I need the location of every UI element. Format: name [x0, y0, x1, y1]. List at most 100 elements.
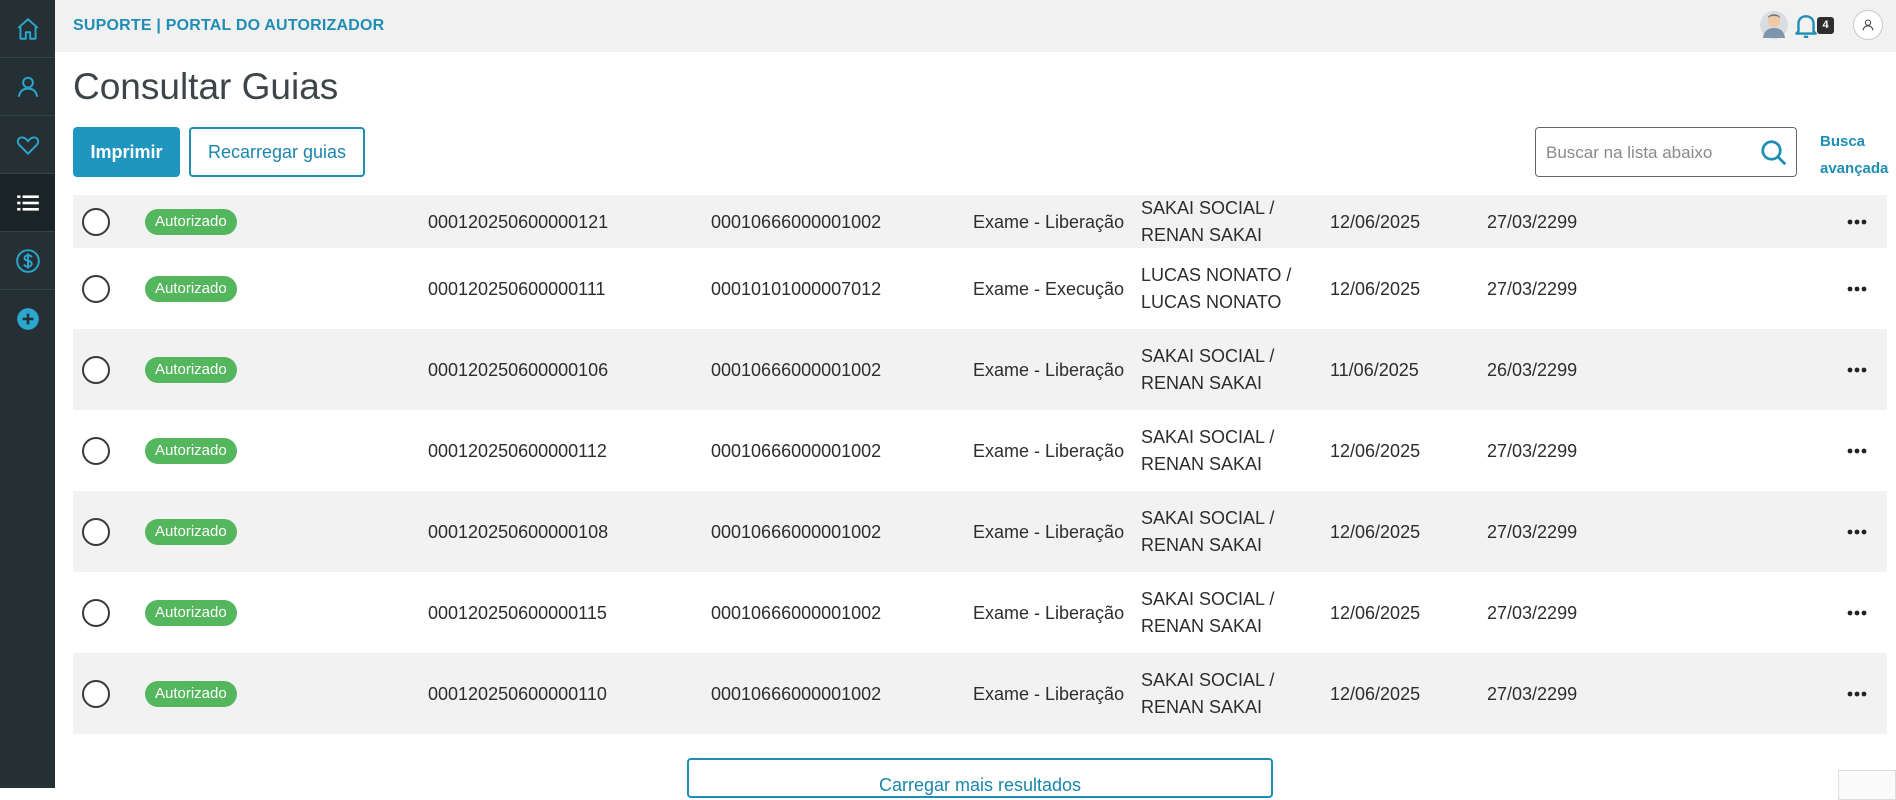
sidebar-item-guides[interactable] [0, 174, 55, 232]
name-line1: SAKAI SOCIAL / [1141, 508, 1275, 528]
name-line2: LUCAS NONATO [1141, 292, 1282, 312]
sidebar-item-add[interactable] [0, 290, 55, 348]
guide-number: 000120250600000111 [428, 279, 606, 299]
status-badge: Autorizado [145, 438, 237, 464]
row-actions-button[interactable] [1844, 600, 1870, 626]
issue-date: 12/06/2025 [1330, 279, 1421, 299]
row-select-radio[interactable] [82, 275, 110, 303]
more-options-icon [1847, 691, 1867, 697]
top-header: SUPORTE | PORTAL DO AUTORIZADOR 4 [55, 0, 1896, 52]
add-icon [16, 308, 39, 330]
beneficiary-code: 00010101000007012 [711, 279, 882, 299]
row-actions-button[interactable] [1844, 438, 1870, 464]
row-actions-button[interactable] [1844, 681, 1870, 707]
name-line2: RENAN SAKAI [1141, 616, 1263, 636]
name-line2: RENAN SAKAI [1141, 697, 1263, 717]
load-more-button[interactable]: Carregar mais resultados [687, 758, 1273, 798]
row-select-radio[interactable] [82, 518, 110, 546]
name-line1: SAKAI SOCIAL / [1141, 346, 1275, 366]
beneficiary-code: 00010666000001002 [711, 441, 882, 461]
row-select-radio[interactable] [82, 599, 110, 627]
guides-table: Autorizado 000120250600000121 0001066600… [73, 195, 1887, 734]
name-line1: SAKAI SOCIAL / [1141, 670, 1275, 690]
row-select-radio[interactable] [82, 356, 110, 384]
home-icon [17, 17, 38, 40]
name-line1: LUCAS NONATO / [1141, 265, 1292, 285]
name-line2: RENAN SAKAI [1141, 454, 1263, 474]
page-title: Consultar Guias [73, 66, 339, 107]
row-select-radio[interactable] [82, 680, 110, 708]
list-icon [16, 194, 39, 211]
guide-type: Exame - Liberação [973, 522, 1125, 542]
name-line2: RENAN SAKAI [1141, 373, 1263, 393]
name-line2: RENAN SAKAI [1141, 535, 1263, 555]
row-actions-button[interactable] [1844, 276, 1870, 302]
table-row[interactable]: Autorizado 000120250600000121 0001066600… [73, 195, 1887, 248]
table-row[interactable]: Autorizado 000120250600000115 0001066600… [73, 572, 1887, 653]
issue-date: 12/06/2025 [1330, 212, 1421, 232]
advanced-search-link[interactable]: Busca avançada [1820, 128, 1888, 182]
reload-guides-button[interactable]: Recarregar guias [189, 127, 365, 177]
issue-date: 12/06/2025 [1330, 603, 1421, 623]
row-select-radio[interactable] [82, 208, 110, 236]
guide-number: 000120250600000108 [428, 522, 609, 542]
status-badge: Autorizado [145, 276, 237, 302]
beneficiary-code: 00010666000001002 [711, 522, 882, 542]
more-options-icon [1847, 219, 1867, 225]
issue-date: 12/06/2025 [1330, 522, 1421, 542]
notification-count-badge: 4 [1817, 17, 1834, 34]
sidebar-item-beneficiary[interactable] [0, 58, 55, 116]
guide-type: Exame - Liberação [973, 360, 1125, 380]
sidebar-item-health[interactable] [0, 116, 55, 174]
table-row[interactable]: Autorizado 000120250600000112 0001066600… [73, 410, 1887, 491]
guide-type: Exame - Liberação [973, 603, 1125, 623]
name-line2: RENAN SAKAI [1141, 225, 1263, 245]
status-badge: Autorizado [145, 357, 237, 383]
advanced-search-line1: Busca [1820, 133, 1866, 150]
bell-icon[interactable] [1793, 12, 1819, 40]
issue-date: 12/06/2025 [1330, 441, 1421, 461]
validity-date: 27/03/2299 [1487, 522, 1578, 542]
validity-date: 27/03/2299 [1487, 441, 1578, 461]
user-icon [17, 76, 38, 97]
sidebar-item-home[interactable] [0, 0, 55, 58]
more-options-icon [1847, 529, 1867, 535]
dollar-icon [15, 248, 40, 273]
validity-date: 27/03/2299 [1487, 212, 1578, 232]
guide-type: Exame - Execução [973, 279, 1125, 299]
table-row[interactable]: Autorizado 000120250600000111 0001010100… [73, 248, 1887, 329]
table-row[interactable]: Autorizado 000120250600000108 0001066600… [73, 491, 1887, 572]
user-menu-button[interactable] [1853, 10, 1883, 40]
more-options-icon [1847, 610, 1867, 616]
status-badge: Autorizado [145, 681, 237, 707]
row-actions-button[interactable] [1844, 209, 1870, 235]
guide-type: Exame - Liberação [973, 441, 1125, 461]
beneficiary-code: 00010666000001002 [711, 603, 882, 623]
beneficiary-code: 00010666000001002 [711, 212, 882, 232]
status-badge: Autorizado [145, 519, 237, 545]
beneficiary-code: 00010666000001002 [711, 360, 882, 380]
name-line1: SAKAI SOCIAL / [1141, 427, 1275, 447]
row-actions-button[interactable] [1844, 357, 1870, 383]
issue-date: 11/06/2025 [1330, 360, 1419, 380]
more-options-icon [1847, 367, 1867, 373]
more-options-icon [1847, 448, 1867, 454]
user-icon [1862, 19, 1874, 31]
table-row[interactable]: Autorizado 000120250600000110 0001066600… [73, 653, 1887, 734]
guide-type: Exame - Liberação [973, 684, 1125, 704]
advanced-search-line2: avançada [1820, 160, 1889, 177]
corner-widget[interactable] [1838, 770, 1896, 800]
validity-date: 27/03/2299 [1487, 603, 1578, 623]
heart-icon [16, 135, 39, 155]
table-row[interactable]: Autorizado 000120250600000106 0001066600… [73, 329, 1887, 410]
guide-number: 000120250600000106 [428, 360, 609, 380]
avatar-icon[interactable] [1759, 10, 1789, 40]
sidebar-item-financial[interactable] [0, 232, 55, 290]
search-icon[interactable] [1759, 138, 1789, 168]
beneficiary-code: 00010666000001002 [711, 684, 882, 704]
guide-number: 000120250600000121 [428, 212, 609, 232]
row-actions-button[interactable] [1844, 519, 1870, 545]
search-input[interactable] [1546, 140, 1751, 166]
row-select-radio[interactable] [82, 437, 110, 465]
print-button[interactable]: Imprimir [73, 127, 180, 177]
